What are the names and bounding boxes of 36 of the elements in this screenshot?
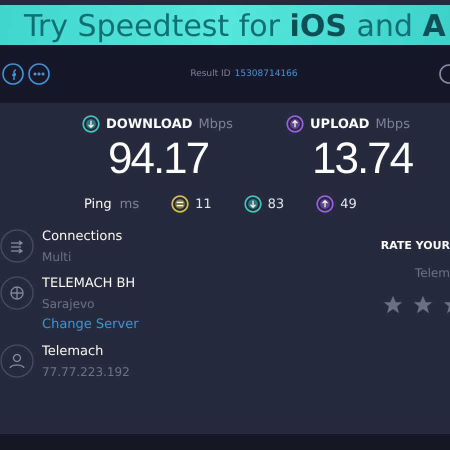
upload-icon [316,195,334,213]
star-icon[interactable] [412,294,434,316]
metric-unit: Mbps [198,116,233,132]
ping-value: 49 [340,196,357,212]
ping-value: 83 [268,196,284,212]
detail-title: Telemach [42,344,104,359]
rating-title: RATE YOUR [380,239,450,252]
detail-subtitle: Multi [42,250,72,264]
metric-value: 94.17 [107,133,210,185]
person-icon [0,344,34,378]
rating-subtitle: Telem [414,266,450,280]
result-label: Result ID [190,69,231,79]
metric-unit: Mbps [375,116,410,132]
banner-text: Try Speedtest for iOS and A [24,9,446,45]
metric-label: UPLOAD [310,116,370,132]
ping-label: Ping [84,196,112,212]
metric-label: DOWNLOAD [106,116,192,132]
ping-unit: ms [120,196,140,212]
ping-value: 11 [195,196,212,212]
detail-title: Connections [42,229,122,244]
ping-icon [171,195,190,213]
detail-subtitle: Sarajevo [42,297,96,311]
connections-icon [0,229,34,263]
globe-icon [0,276,34,310]
facebook-icon[interactable] [2,63,24,85]
download-icon [244,195,262,213]
download-icon [82,115,100,133]
promo-banner[interactable]: Try Speedtest for iOS and A [0,5,450,45]
metric-value: 13.74 [311,133,414,185]
detail-subtitle: 77.77.223.192 [42,365,130,379]
more-icon[interactable] [28,63,50,85]
detail-title: TELEMACH BH [42,276,136,291]
upload-icon [286,115,304,133]
change-server-link[interactable]: Change Server [42,317,139,332]
result-id-link[interactable]: 15308714166 [234,69,298,79]
star-icon[interactable] [382,294,404,316]
